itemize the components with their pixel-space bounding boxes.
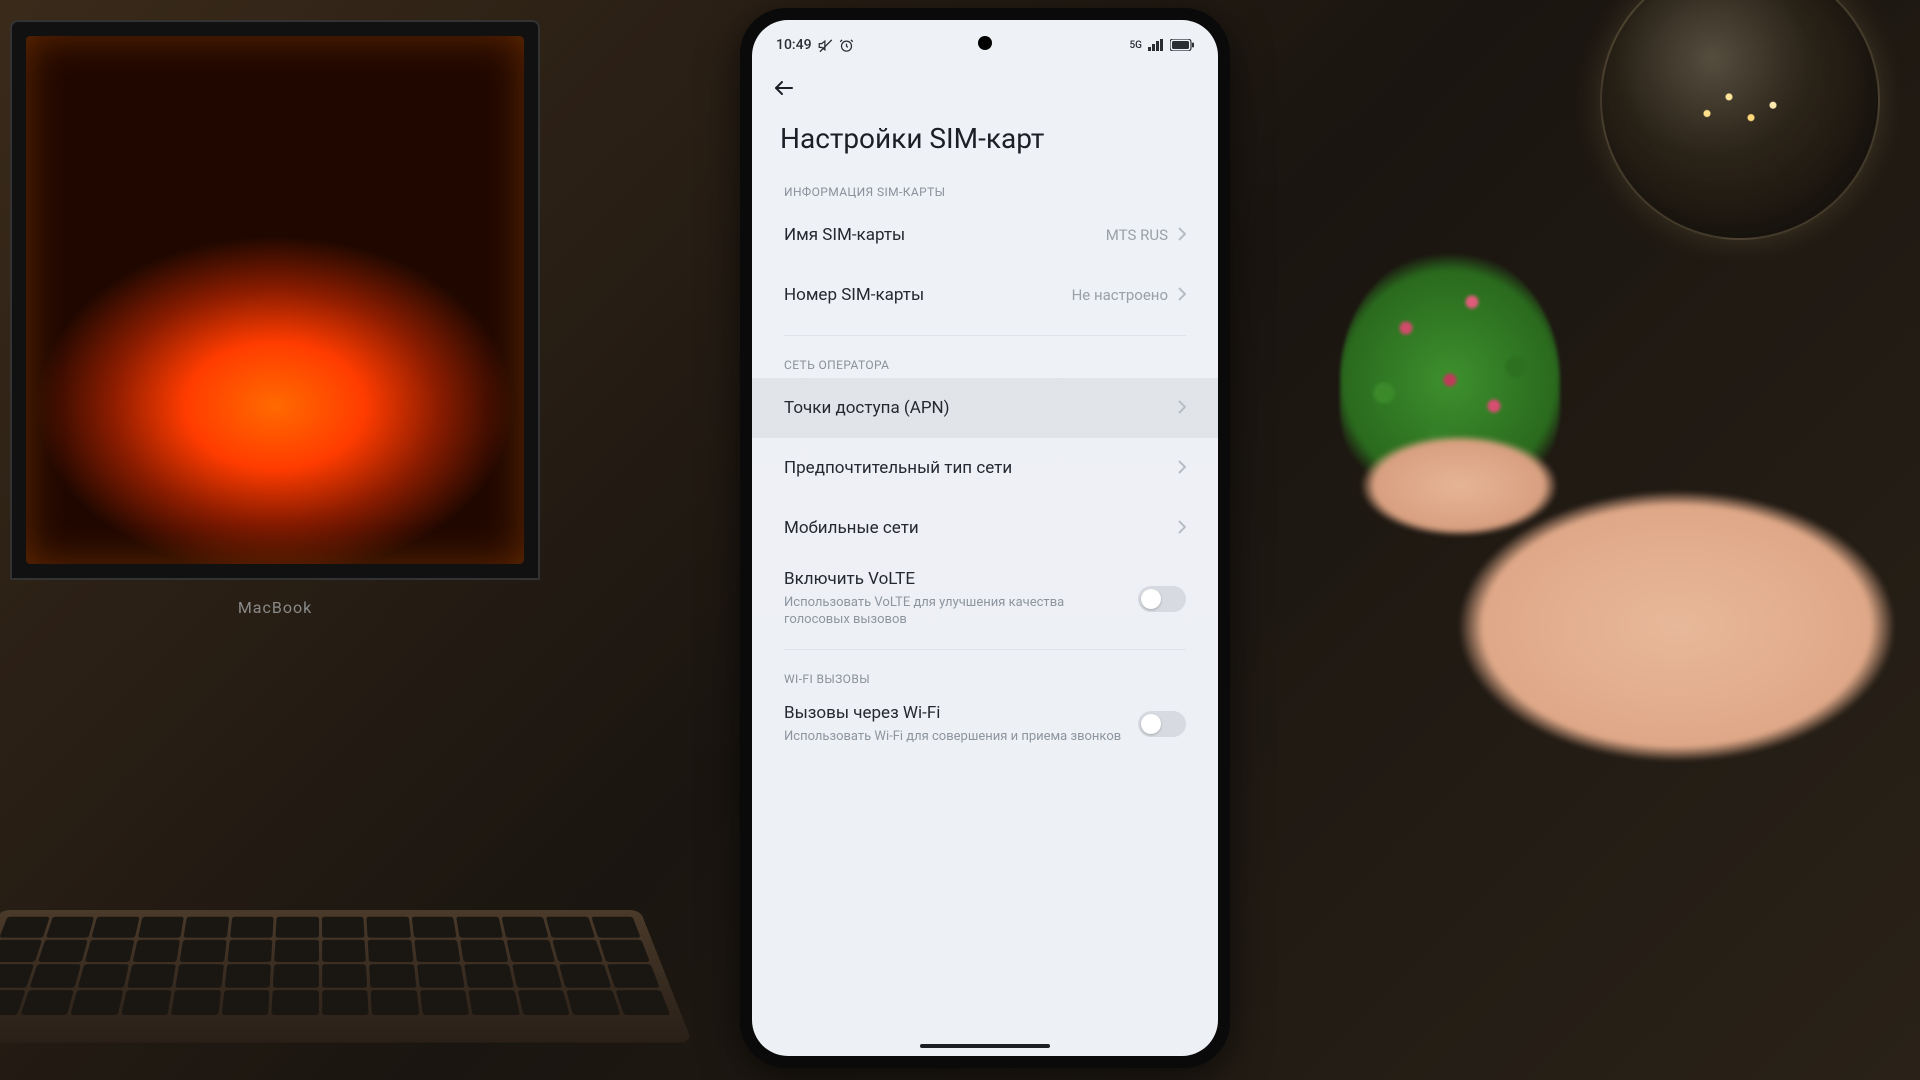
chevron-right-icon [1178,286,1186,305]
network-type-label: 5G [1130,40,1143,51]
row-sublabel: Использовать VoLTE для улучшения качеств… [784,594,1128,629]
row-label: Вызовы через Wi-Fi [784,702,1128,725]
row-value: MTS RUS [1106,226,1168,244]
row-sublabel: Использовать Wi-Fi для совершения и прие… [784,728,1128,746]
row-apn[interactable]: Точки доступа (APN) [752,378,1218,438]
laptop-screen [10,20,540,580]
section-header-sim-info: ИНФОРМАЦИЯ SIM-КАРТЫ [780,173,1190,205]
back-button[interactable] [772,74,800,102]
row-label: Предпочтительный тип сети [784,457,1168,480]
row-wifi-calling[interactable]: Вызовы через Wi-Fi Использовать Wi-Fi дл… [780,692,1190,755]
divider [784,649,1186,650]
row-value: Не настроено [1072,286,1168,304]
status-time: 10:49 [776,37,812,53]
section-header-wifi-calls: WI-FI ВЫЗОВЫ [780,660,1190,692]
row-label: Имя SIM-карты [784,224,1096,247]
alarm-icon [839,38,854,53]
row-label: Номер SIM-карты [784,284,1062,307]
row-preferred-network-type[interactable]: Предпочтительный тип сети [780,438,1190,498]
row-label: Включить VoLTE [784,568,1128,591]
battery-icon [1170,39,1194,51]
divider [784,335,1186,336]
human-hand [1280,340,1920,860]
laptop-brand-text: MacBook [0,598,550,617]
toggle-wifi-calling[interactable] [1138,711,1186,737]
background-lightbulb [1600,0,1880,240]
chevron-right-icon [1178,399,1186,418]
phone-frame: 10:49 5G На [740,8,1230,1068]
sound-muted-icon [818,38,833,53]
phone-screen: 10:49 5G На [752,20,1218,1056]
page-title: Настройки SIM-карт [752,106,1218,173]
section-header-carrier-net: СЕТЬ ОПЕРАТОРА [780,346,1190,378]
chevron-right-icon [1178,459,1186,478]
arrow-left-icon [772,76,796,100]
camera-notch [978,36,992,50]
fireplace-video [26,36,524,564]
chevron-right-icon [1178,519,1186,538]
row-sim-name[interactable]: Имя SIM-карты MTS RUS [780,205,1190,265]
nav-header [752,60,1218,106]
toggle-volte[interactable] [1138,586,1186,612]
chevron-right-icon [1178,226,1186,245]
home-indicator[interactable] [920,1044,1050,1048]
laptop-keyboard [0,910,692,1042]
row-sim-number[interactable]: Номер SIM-карты Не настроено [780,265,1190,325]
background-laptop: MacBook [0,20,550,820]
signal-bars-icon [1148,39,1164,51]
row-mobile-networks[interactable]: Мобильные сети [780,498,1190,558]
row-label: Точки доступа (APN) [784,397,1168,420]
row-label: Мобильные сети [784,517,1168,540]
row-enable-volte[interactable]: Включить VoLTE Использовать VoLTE для ул… [780,558,1190,639]
